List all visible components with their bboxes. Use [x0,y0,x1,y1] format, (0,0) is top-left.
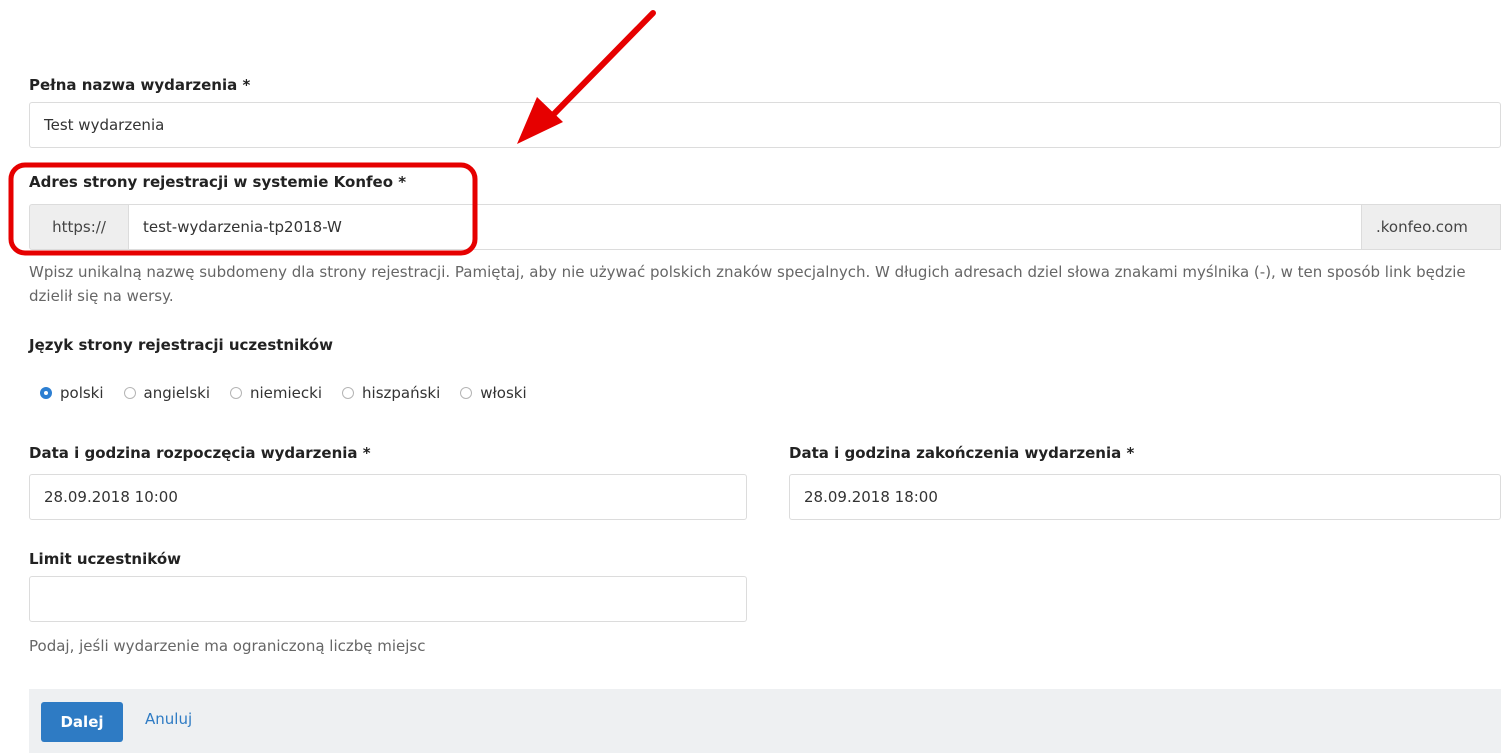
arrow-icon [517,97,563,144]
highlight-box [8,162,478,256]
arrow-shaft [547,10,656,121]
annotation-overlay [8,10,656,256]
